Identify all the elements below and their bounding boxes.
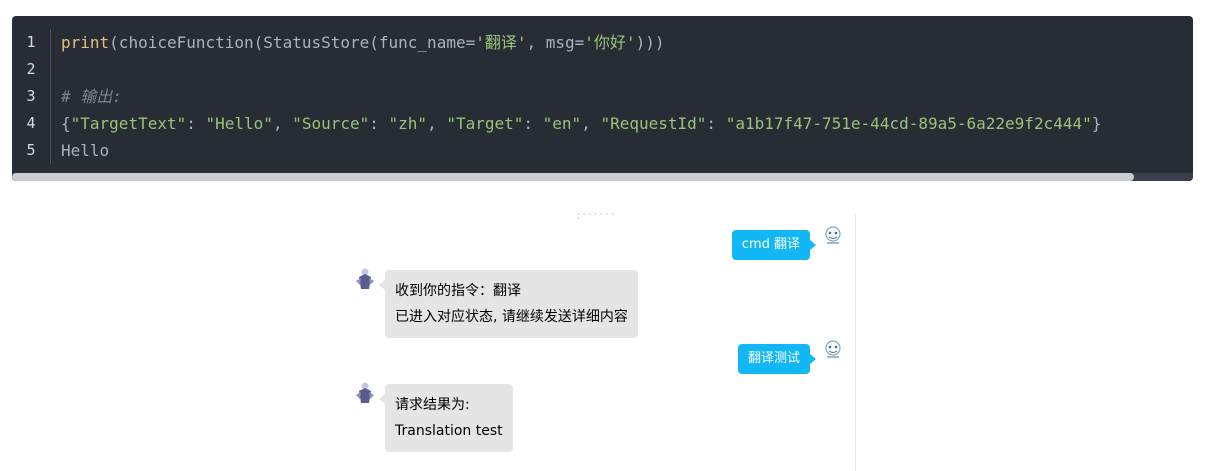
chat-screenshot: · · · · · · · · cmd 翻译 收到你的指令：翻译 已进入对应状态… [345,213,856,471]
code-lines: 1 print(choiceFunction(StatusStore(func_n… [12,29,1193,164]
code-token: , [427,114,447,133]
message-bubble-incoming: 收到你的指令：翻译 已进入对应状态, 请继续发送详细内容 [379,270,638,338]
line-number: 4 [12,110,51,137]
code-token: '翻译' [475,33,527,52]
bot-avatar-icon [356,268,374,289]
horizontal-scrollbar[interactable] [12,173,1193,181]
line-number: 2 [12,56,51,83]
code-token: : [369,114,389,133]
code-token: "Hello" [205,114,273,133]
code-token: "RequestId" [600,114,707,133]
code-token: : [186,114,206,133]
message-line: Translation test [395,423,503,439]
code-token: (choiceFunction(StatusStore(func_name= [109,33,476,52]
code-token: Hello [61,141,110,160]
code-line: 3 # 输出: [12,83,1193,110]
message-bubble-outgoing: cmd 翻译 [731,230,817,260]
code-line: 5 Hello [12,137,1193,164]
message-text: 翻译测试 [747,351,800,366]
line-number: 3 [12,83,51,110]
line-number: 1 [12,29,51,56]
code-text: print(choiceFunction(StatusStore(func_na… [61,29,664,56]
code-block: 1 print(choiceFunction(StatusStore(func_n… [12,16,1193,181]
code-text: Hello [61,137,109,164]
code-line: 2 [12,56,1193,83]
code-token: } [1091,114,1102,133]
message-text: cmd 翻译 [741,237,800,252]
user-avatar-icon [825,226,841,244]
line-number: 5 [12,137,51,164]
code-token: "TargetText" [70,114,187,133]
code-line: 4 {"TargetText": "Hello", "Source": "zh",… [12,110,1193,137]
bot-avatar-icon [356,382,374,403]
code-token: : [706,114,726,133]
code-token: "a1b17f47-751e-44cd-89a5-6a22e9f2c444" [725,114,1092,133]
code-token: "Source" [292,114,370,133]
code-token: , [581,114,601,133]
message-bubble-outgoing: 翻译测试 [737,344,817,374]
message-line: 收到你的指令：翻译 [395,283,521,299]
message-line: 请求结果为: [395,397,470,413]
code-token: , msg= [526,33,585,52]
code-token: , [272,114,293,133]
code-token: ))) [635,33,665,52]
scrollbar-thumb[interactable] [12,173,1134,181]
message-bubble-incoming: 请求结果为: Translation test [379,384,513,452]
code-token: "Target" [446,114,524,133]
user-avatar-icon [825,340,841,358]
code-text: {"TargetText": "Hello", "Source": "zh", … [61,110,1101,137]
code-token: '你好' [584,33,636,52]
cut-off-timestamp: · · · · · · · · [577,213,615,219]
code-text: # 输出: [61,83,122,110]
code-token: "en" [542,114,582,133]
code-token: print [61,33,110,52]
message-line: 已进入对应状态, 请继续发送详细内容 [395,309,628,325]
code-token: # 输出: [61,87,122,106]
code-token: "zh" [388,114,428,133]
code-token: : [523,114,543,133]
code-token: { [61,114,71,133]
code-line: 1 print(choiceFunction(StatusStore(func_n… [12,29,1193,56]
